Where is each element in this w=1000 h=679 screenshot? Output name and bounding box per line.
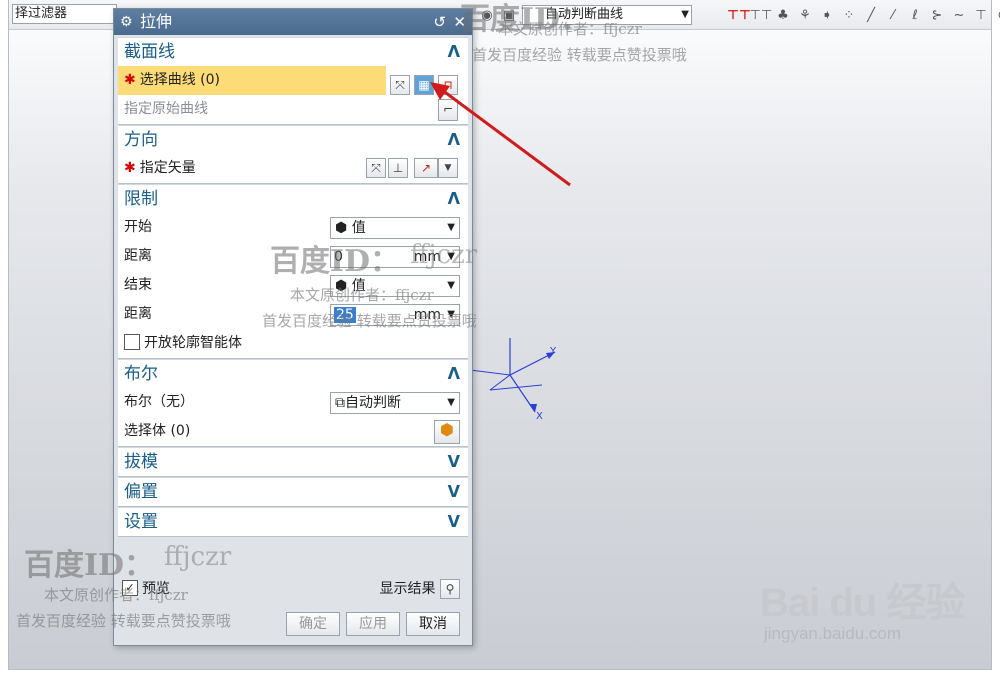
point-on-curve-icon[interactable]: ⊙	[994, 6, 1000, 24]
window-frame	[8, 0, 992, 670]
